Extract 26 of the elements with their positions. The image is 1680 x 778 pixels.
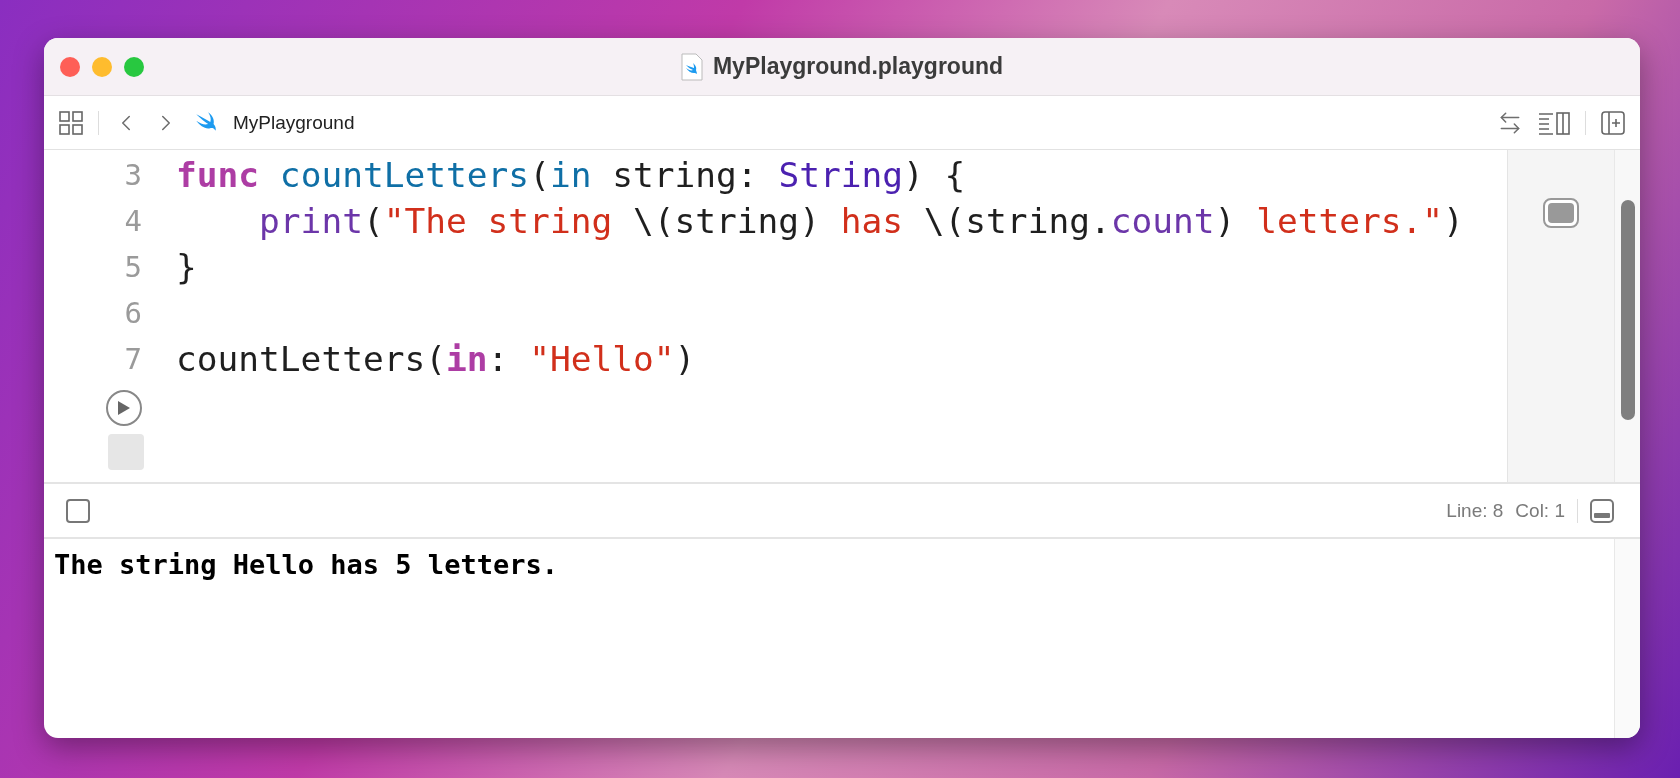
panel-toggle-button[interactable] — [1590, 498, 1614, 523]
line-number: 3 — [123, 158, 143, 192]
grid-icon[interactable] — [58, 109, 84, 136]
add-panel-icon[interactable] — [1600, 109, 1626, 136]
inspector-icon[interactable] — [1537, 109, 1571, 136]
file-icon — [680, 52, 703, 81]
line-indicator: Line: 8 — [1446, 499, 1504, 522]
column-indicator: Col: 1 — [1515, 499, 1565, 522]
window-title: MyPlayground.playground — [712, 53, 1004, 80]
close-button[interactable] — [60, 56, 80, 77]
scrollbar-thumb[interactable] — [1620, 200, 1635, 420]
code-line: print("The string \(string) has \(string.count) letters.") — [258, 201, 1464, 241]
result-button[interactable] — [1543, 198, 1579, 228]
run-button[interactable] — [106, 390, 142, 426]
line-number: 7 — [123, 342, 143, 376]
line-number: 6 — [123, 296, 143, 330]
line-number: 5 — [123, 250, 143, 284]
zoom-button[interactable] — [124, 56, 144, 77]
debug-toggle-button[interactable] — [66, 498, 90, 523]
code-line: } — [176, 247, 197, 287]
console-output: The string Hello has 5 letters. — [54, 549, 558, 580]
code-line: func countLetters(in string: String) { — [176, 155, 966, 195]
line-number: 4 — [123, 204, 143, 238]
code-line: countLetters(in: "Hello") — [176, 339, 696, 379]
breadcrumb[interactable]: MyPlayground — [233, 111, 355, 134]
play-icon — [117, 400, 131, 416]
